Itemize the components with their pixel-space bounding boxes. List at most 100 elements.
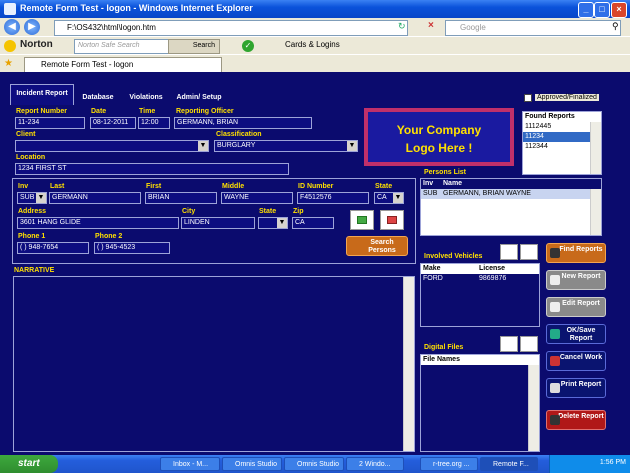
stop-icon[interactable]: × [428,20,434,31]
taskbar-item[interactable]: 2 Windo... [346,457,404,471]
cancel-work-button[interactable]: Cancel Work [546,351,606,371]
tab-admin-setup[interactable]: Admin/ Setup [172,92,226,104]
address-bar[interactable]: F:\OS432\html\logon.htm [54,20,408,36]
scrollbar[interactable] [590,189,601,235]
address-state-label: State [259,208,277,215]
edit-report-button[interactable]: Edit Report [546,297,606,317]
search-icon[interactable]: ⚲ [612,21,619,32]
clock: 1:56 PM [599,459,626,466]
city-label: City [182,208,196,215]
scrollbar[interactable] [403,277,414,451]
norton-search-button[interactable]: Search [168,39,220,54]
date-field[interactable]: 08-12-2011 [90,117,136,129]
close-button[interactable]: × [611,2,627,18]
table-row[interactable]: FORD 9869876 [421,274,539,284]
taskbar: start Inbox - M... Omnis Studio Omnis St… [0,455,630,473]
taskbar-item[interactable]: Inbox - M... [160,457,220,471]
favorites-star-icon[interactable]: ★ [4,58,13,69]
state-label: State [375,183,393,190]
location-field[interactable]: 1234 FIRST ST [15,163,289,175]
add-vehicle-button[interactable] [500,244,518,260]
search-input[interactable]: Google [445,20,621,36]
chevron-down-icon[interactable]: ▼ [277,218,287,228]
browser-tab-strip: ★ Remote Form Test - logon [0,54,630,72]
tab-database[interactable]: Database [76,92,120,104]
persons-list[interactable]: Inv Name SUB GERMANN, BRIAN WAYNE [420,178,602,236]
chevron-down-icon[interactable]: ▼ [36,193,46,203]
list-item[interactable]: 11234 [523,132,593,142]
add-file-button[interactable] [500,336,518,352]
taskbar-item[interactable]: Omnis Studio [284,457,344,471]
cards-logins-button[interactable]: Cards & Logins [285,40,340,49]
digital-files-list[interactable]: File Names [420,354,540,452]
tab-violations[interactable]: Violations [124,92,168,104]
taskbar-item[interactable]: Omnis Studio [222,457,282,471]
delete-report-button[interactable]: Delete Report [546,410,606,430]
remove-vehicle-button[interactable] [520,244,538,260]
address-state-select[interactable]: ▼ [258,217,288,229]
back-icon[interactable]: ◀ [4,19,20,35]
ie-icon [4,3,16,15]
taskbar-item[interactable]: r-tree.org ... [420,457,478,471]
window-title-bar: Remote Form Test - logon - Windows Inter… [0,0,630,18]
scrollbar[interactable] [590,122,601,174]
add-person-button[interactable] [350,210,374,230]
report-number-field[interactable]: 11-234 [15,117,85,129]
client-label: Client [16,131,36,138]
search-persons-button[interactable]: Search Persons [346,236,408,256]
inv-select[interactable]: SUB ▼ [17,192,47,204]
maximize-button[interactable]: □ [594,2,610,18]
time-field[interactable]: 12:00 [138,117,170,129]
chevron-down-icon[interactable]: ▼ [393,193,403,203]
chevron-down-icon[interactable]: ▼ [198,141,208,151]
approved-checkbox[interactable] [524,94,532,102]
save-report-button[interactable]: OK/Save Report [546,324,606,344]
client-select[interactable]: ▼ [15,140,209,152]
vehicles-label: Involved Vehicles [424,253,483,260]
phone1-field[interactable]: ( ) 948-7654 [17,242,89,254]
new-report-button[interactable]: New Report [546,270,606,290]
start-button[interactable]: start [0,455,58,473]
middle-name-field[interactable]: WAYNE [221,192,293,204]
vehicles-list[interactable]: Make License FORD 9869876 [420,263,540,327]
state-select[interactable]: CA ▼ [374,192,404,204]
table-row[interactable]: SUB GERMANN, BRIAN WAYNE [421,189,601,199]
city-field[interactable]: LINDEN [181,217,255,229]
col-inv: Inv [423,180,434,187]
edit-report-label: Edit Report [562,300,600,307]
norton-toolbar: Norton Norton Safe Search Search ✓ Cards… [0,36,630,54]
remove-file-button[interactable] [520,336,538,352]
check-icon[interactable]: ✓ [242,40,254,52]
last-name-field[interactable]: GERMANN [49,192,141,204]
chevron-down-icon[interactable]: ▼ [347,141,357,151]
norton-search-input[interactable]: Norton Safe Search [74,39,171,54]
norton-label[interactable]: Norton [20,39,53,50]
state-value: CA [377,194,387,201]
phone2-field[interactable]: ( ) 945-4523 [94,242,170,254]
print-report-button[interactable]: Print Report [546,378,606,398]
zip-field[interactable]: CA [292,217,334,229]
taskbar-item[interactable]: Remote F... [480,457,538,471]
minimize-button[interactable]: _ [578,2,594,18]
save-icon [550,329,560,339]
find-reports-button[interactable]: Find Reports [546,243,606,263]
row-make: FORD [423,275,443,282]
forward-icon[interactable]: ▶ [24,19,40,35]
officer-field[interactable]: GERMANN, BRIAN [174,117,312,129]
refresh-icon[interactable]: ↻ [398,21,406,32]
cancel-work-label: Cancel Work [559,354,603,361]
new-report-label: New Report [561,273,601,280]
remove-person-button[interactable] [380,210,404,230]
narrative-textarea[interactable] [13,276,415,452]
id-number-field[interactable]: F4512576 [297,192,369,204]
date-label: Date [91,108,107,115]
first-name-field[interactable]: BRIAN [145,192,217,204]
found-reports-list[interactable]: Found Reports 1112445 11234 112344 [522,111,602,175]
address-field[interactable]: 3601 HANG GLIDE [17,217,179,229]
tab-incident-report[interactable]: Incident Report [10,84,74,105]
scrollbar[interactable] [528,365,539,451]
id-number-label: ID Number [298,183,334,190]
classification-value: BURGLARY [217,142,256,149]
browser-tab[interactable]: Remote Form Test - logon [24,57,222,72]
classification-select[interactable]: BURGLARY ▼ [214,140,358,152]
